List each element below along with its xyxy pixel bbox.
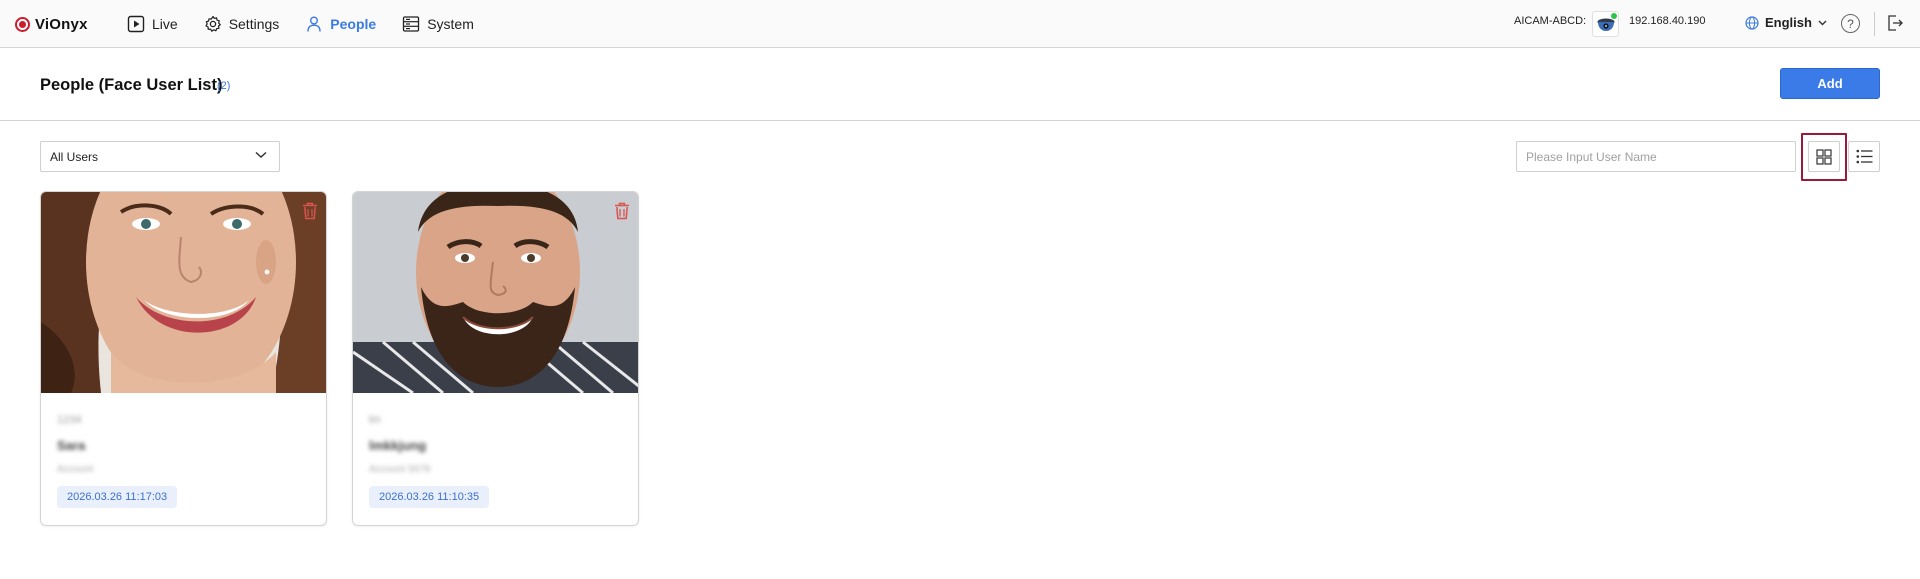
help-icon[interactable]: ? — [1841, 14, 1860, 33]
user-filter-select[interactable]: All Users — [40, 141, 280, 172]
device-ip: 192.168.40.190 — [1629, 15, 1706, 27]
camera-status[interactable] — [1592, 11, 1619, 37]
logout-icon[interactable] — [1886, 14, 1904, 32]
user-account: Account — [57, 464, 94, 475]
add-user-button[interactable]: Add — [1780, 68, 1880, 99]
page-header: People (Face User List) (2) Add — [0, 49, 1920, 121]
globe-icon — [1745, 15, 1759, 30]
nav-label-live: Live — [152, 16, 178, 32]
top-bar: ViOnyx Live Settings People System AICAM… — [0, 0, 1920, 48]
nav-item-system[interactable]: System — [402, 12, 474, 36]
user-card[interactable]: 1234 Sara Account 2026.03.26 11:17:03 — [40, 191, 327, 526]
server-icon — [403, 16, 420, 32]
user-name: lmkkjung — [369, 438, 427, 453]
page-title: People (Face User List) — [40, 76, 223, 94]
main-nav: Live Settings People System — [127, 12, 474, 36]
nav-label-system: System — [427, 16, 474, 32]
user-account: Account 5678 — [369, 464, 431, 475]
language-selector[interactable]: English — [1745, 15, 1827, 30]
user-filter-value: All Users — [50, 149, 99, 164]
play-icon — [127, 15, 145, 33]
user-photo — [41, 192, 326, 393]
chevron-down-icon — [1818, 20, 1827, 25]
language-label: English — [1765, 15, 1812, 30]
app-logo[interactable]: ViOnyx — [15, 14, 88, 34]
list-icon — [1856, 149, 1872, 164]
registered-date: 2026.03.26 11:10:35 — [369, 486, 490, 508]
user-card[interactable]: lm lmkkjung Account 5678 2026.03.26 11:1… — [352, 191, 639, 526]
grid-view-button[interactable] — [1808, 141, 1840, 172]
nav-label-settings: Settings — [228, 16, 280, 32]
gear-icon — [205, 15, 221, 32]
topbar-divider — [1874, 12, 1875, 36]
device-label: AICAM-ABCD: — [1514, 15, 1587, 27]
registered-date: 2026.03.26 11:17:03 — [57, 486, 178, 508]
user-name: Sara — [57, 438, 86, 453]
logo-icon — [15, 16, 30, 32]
delete-icon[interactable] — [302, 202, 318, 220]
user-count: (2) — [217, 80, 231, 92]
delete-icon[interactable] — [614, 202, 630, 220]
nav-label-people: People — [330, 16, 377, 32]
nav-item-settings[interactable]: Settings — [204, 12, 280, 36]
online-dot — [1611, 13, 1617, 19]
grid-icon — [1816, 148, 1832, 165]
person-icon — [307, 16, 321, 32]
app-name: ViOnyx — [35, 15, 88, 33]
nav-item-live[interactable]: Live — [127, 12, 178, 36]
list-view-button[interactable] — [1848, 141, 1880, 172]
search-input[interactable] — [1516, 141, 1796, 172]
chevron-down-icon — [255, 151, 267, 159]
user-id: 1234 — [57, 414, 82, 426]
user-photo — [353, 192, 638, 393]
user-id: lm — [369, 414, 381, 426]
nav-item-people[interactable]: People — [305, 12, 376, 36]
